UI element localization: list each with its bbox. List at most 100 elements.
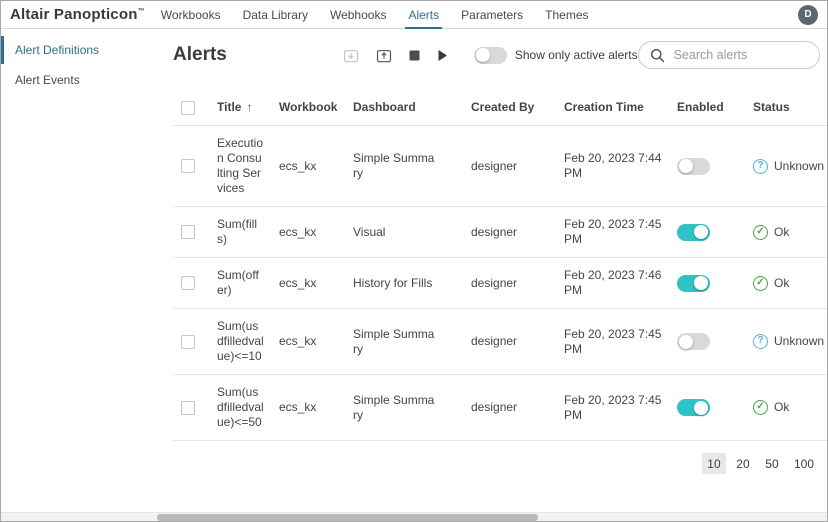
status-label: Ok — [774, 224, 790, 239]
toggle-knob — [694, 225, 708, 239]
tab-webhooks[interactable]: Webhooks — [330, 1, 386, 28]
horizontal-scrollbar — [1, 512, 827, 521]
sidebar: Alert Definitions Alert Events — [1, 29, 161, 512]
table-row: Sum(fills) ecs_kx Visual designer Feb 20, 20… — [173, 207, 827, 258]
column-header-title[interactable]: Title ↑ — [217, 94, 279, 123]
cell-status: ? Unknown — [753, 324, 827, 359]
table-row: Sum(usdfilledvalue)<=50 ecs_kx Simple Summ… — [173, 375, 827, 441]
cell-title: Sum(usdfilledvalue)<=50 — [217, 385, 264, 429]
search-input[interactable] — [673, 48, 808, 62]
status-label: Unknown — [774, 158, 825, 173]
column-header-creation-time[interactable]: Creation Time — [564, 94, 677, 123]
row-checkbox[interactable] — [181, 276, 195, 290]
row-checkbox[interactable] — [181, 334, 195, 349]
tab-alerts[interactable]: Alerts — [405, 1, 442, 29]
page-size-50[interactable]: 50 — [760, 453, 784, 474]
enabled-toggle[interactable] — [677, 157, 710, 175]
row-checkbox[interactable] — [181, 400, 195, 415]
search-box — [637, 41, 820, 69]
table-row: Sum(offer) ecs_kx History for Fills designe… — [173, 258, 827, 309]
cell-dashboard: Simple Summary — [353, 151, 435, 180]
cell-title: Sum(usdfilledvalue)<=10 — [217, 319, 264, 363]
column-header-status[interactable]: Status — [753, 94, 827, 123]
select-all-checkbox[interactable] — [181, 101, 195, 115]
cell-workbook: ecs_kx — [279, 224, 317, 239]
cell-dashboard: History for Fills — [353, 275, 433, 290]
app-window: Altair Panopticon™ Workbooks Data Library… — [0, 0, 828, 522]
status-unknown-icon: ? — [753, 334, 768, 349]
table-row: Execution Consulting Services ecs_kx Simpl… — [173, 126, 827, 207]
table-header: Title ↑ Workbook Dashboard Created By Creatio… — [173, 91, 827, 126]
status-ok-icon: ✓ — [753, 224, 768, 240]
cell-dashboard: Simple Summary — [353, 326, 435, 356]
import-alerts-icon[interactable] — [343, 48, 359, 63]
start-alerts-icon[interactable] — [437, 49, 448, 62]
sort-ascending-icon: ↑ — [246, 99, 253, 114]
cell-created-by: designer — [471, 334, 518, 348]
column-header-enabled[interactable]: Enabled — [677, 94, 753, 123]
toggle-knob — [694, 400, 708, 415]
sidebar-item-alert-events[interactable]: Alert Events — [1, 65, 161, 95]
page-size-20[interactable]: 20 — [731, 453, 755, 474]
cell-created-by: designer — [471, 224, 518, 239]
column-header-created-by[interactable]: Created By — [471, 94, 564, 123]
tab-themes[interactable]: Themes — [545, 1, 588, 28]
cell-status: ? Unknown — [753, 149, 827, 184]
status-label: Unknown — [774, 334, 825, 348]
page-body: Alert Definitions Alert Events Alerts Sh… — [1, 29, 827, 512]
toggle-knob — [679, 334, 693, 349]
show-only-active-alerts-toggle[interactable] — [473, 46, 507, 64]
brand-name: Altair Panopticon — [10, 6, 138, 23]
cell-status: ✓ Ok — [753, 266, 827, 301]
tab-parameters[interactable]: Parameters — [461, 1, 523, 28]
cell-status: ✓ Ok — [753, 215, 827, 250]
brand-logo: Altair Panopticon™ — [10, 6, 145, 23]
toggle-knob — [694, 276, 708, 290]
column-header-workbook[interactable]: Workbook — [279, 94, 353, 123]
trademark-symbol: ™ — [137, 8, 145, 15]
search-icon — [650, 48, 665, 63]
stop-alerts-icon[interactable] — [409, 50, 420, 61]
status-ok-icon: ✓ — [753, 400, 768, 415]
export-alerts-icon[interactable] — [376, 48, 392, 63]
cell-title: Execution Consulting Services — [217, 136, 264, 195]
enabled-toggle[interactable] — [677, 333, 710, 350]
cell-creation-time: Feb 20, 2023 7:46 PM — [564, 268, 662, 297]
table-row: Sum(usdfilledvalue)<=10 ecs_kx Simple Summ… — [173, 309, 827, 375]
enabled-toggle[interactable] — [677, 399, 710, 416]
enabled-toggle[interactable] — [677, 223, 710, 241]
page-size-100[interactable]: 100 — [789, 453, 819, 474]
cell-creation-time: Feb 20, 2023 7:45 PM — [564, 326, 662, 356]
status-unknown-icon: ? — [753, 158, 768, 174]
toolbar-icons — [343, 48, 448, 63]
tab-workbooks[interactable]: Workbooks — [161, 1, 221, 28]
enabled-toggle[interactable] — [677, 274, 710, 292]
status-ok-icon: ✓ — [753, 275, 768, 291]
user-avatar[interactable]: D — [798, 4, 818, 25]
cell-creation-time: Feb 20, 2023 7:45 PM — [564, 392, 662, 422]
cell-dashboard: Simple Summary — [353, 392, 435, 422]
cell-created-by: designer — [471, 400, 518, 414]
horizontal-scrollbar-thumb[interactable] — [157, 514, 538, 521]
column-header-dashboard[interactable]: Dashboard — [353, 94, 471, 123]
cell-workbook: ecs_kx — [279, 334, 317, 348]
tab-data-library[interactable]: Data Library — [243, 1, 308, 28]
pagination: 10 20 50 100 — [173, 453, 819, 474]
main-content: Alerts Show only active alerts Search al… — [161, 29, 827, 512]
toggle-knob — [679, 159, 693, 173]
page-title: Alerts — [173, 44, 227, 65]
status-label: Ok — [774, 400, 790, 414]
cell-creation-time: Feb 20, 2023 7:44 PM — [564, 151, 662, 180]
toggle-knob — [475, 48, 490, 62]
row-checkbox[interactable] — [181, 225, 195, 239]
show-only-active-alerts-label: Show only active alerts — [514, 48, 638, 62]
cell-status: ✓ Ok — [753, 390, 827, 425]
row-checkbox[interactable] — [181, 159, 195, 173]
cell-workbook: ecs_kx — [279, 158, 317, 173]
cell-title: Sum(offer) — [217, 268, 259, 297]
table-body: Execution Consulting Services ecs_kx Simpl… — [173, 126, 827, 441]
sidebar-item-alert-definitions[interactable]: Alert Definitions — [1, 35, 161, 65]
page-size-10[interactable]: 10 — [701, 453, 726, 474]
cell-workbook: ecs_kx — [279, 275, 317, 290]
cell-dashboard: Visual — [353, 224, 386, 239]
